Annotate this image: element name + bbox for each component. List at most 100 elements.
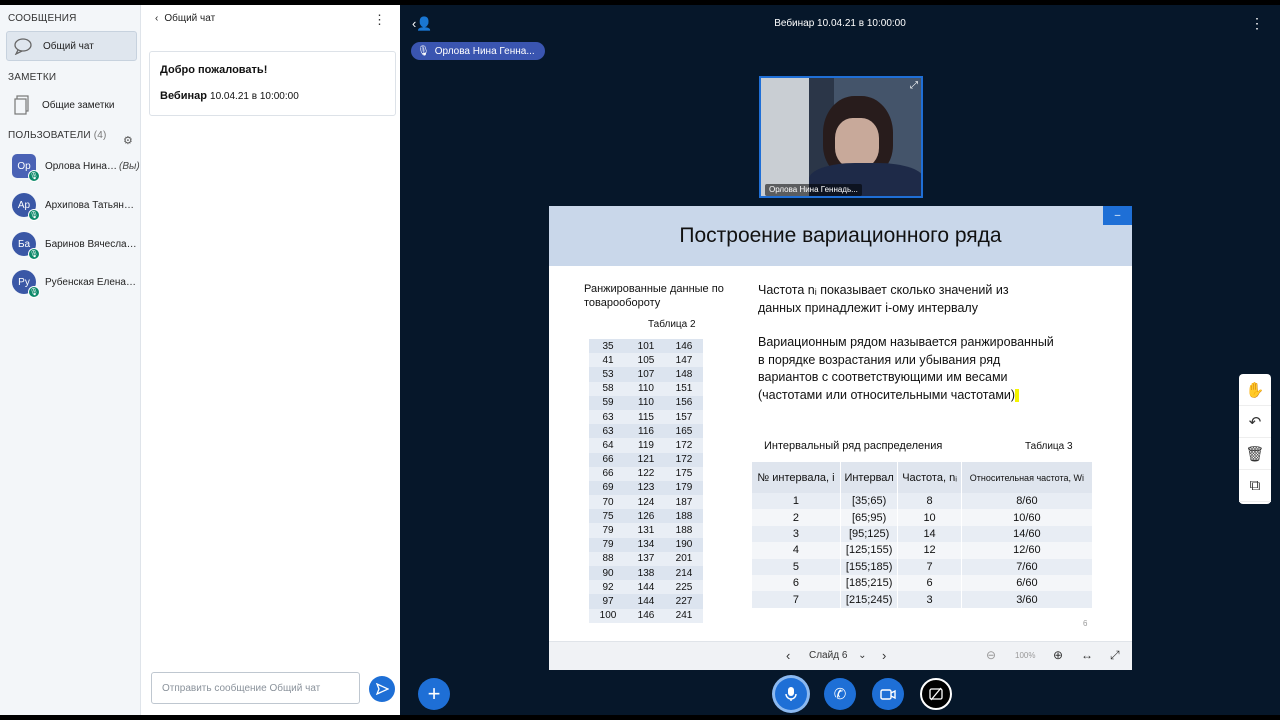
interval-series-caption: Интервальный ряд распределения [764,440,943,452]
table-cell: 75 [589,509,627,524]
table-cell: 146 [627,608,665,623]
table-row: 3 [95;125) 14 14/60 [752,525,1094,543]
share-screen-button[interactable] [920,678,952,710]
send-button[interactable] [369,676,395,702]
leave-audio-button[interactable]: ✆ [824,678,856,710]
user-name: Рубенская Елена ... [45,276,137,288]
table-cell: 188 [665,523,703,538]
chat-message-input[interactable]: Отправить сообщение Общий чат [151,672,360,704]
table-row: 7 [215;245) 3 3/60 [752,591,1094,608]
table-cell: 179 [665,480,703,496]
table-cell: 92 [589,580,627,595]
table-cell: 7 [752,591,841,608]
table-cell: 41 [589,353,627,368]
table-cell: 137 [627,551,665,566]
table-cell: 7 [897,558,962,575]
mute-button[interactable] [775,678,807,710]
chat-title: Общий чат [164,13,216,24]
table-row: 64 119 172 [589,438,703,453]
table-cell: 147 [665,353,703,368]
table-cell: [185;215) [840,574,899,592]
phone-icon: ✆ [833,686,847,703]
table-row: 69 123 179 [589,480,703,496]
table-cell: 227 [665,594,703,609]
table-cell: [125;155) [840,542,899,559]
multi-user-whiteboard-icon[interactable]: ⧉ [1239,470,1271,502]
hand-tool-icon[interactable]: ✋ [1239,374,1271,406]
share-webcam-button[interactable] [872,678,904,710]
meeting-title: Вебинар 10.04.21 в 10:00:00 [774,18,906,29]
table-cell: 188 [665,509,703,524]
chevron-left-icon: ‹ [155,13,159,24]
zoom-in-icon[interactable]: ⊕ [1053,648,1063,662]
table-header: Интервал [840,462,899,493]
table-cell: 10/60 [961,509,1094,526]
table-cell: [215;245) [840,591,899,608]
screen-share-off-icon [929,687,943,701]
fullscreen-icon[interactable]: ⤢ [1110,648,1120,663]
table-cell: 172 [665,438,703,453]
table-row: 88 137 201 [589,551,703,566]
table-cell: 115 [627,409,665,425]
table-cell: 107 [627,367,665,382]
user-list-item[interactable]: Ар 🎙 Архипова Татьяна ... [12,190,140,221]
table-header: № интервала, i [752,462,841,493]
undo-icon[interactable]: ↶ [1239,406,1271,438]
table-row: 59 110 156 [589,395,703,410]
table-cell: 116 [627,424,665,439]
chat-back-button[interactable]: ‹ Общий чат [155,13,215,24]
webcam-video[interactable]: ⤢ Орлова Нина Геннадь... [759,76,923,198]
trash-icon[interactable]: 🗑 [1239,438,1271,470]
table-cell: 110 [627,395,665,410]
gear-icon[interactable]: ⚙ [123,134,133,147]
more-options-icon[interactable]: ⋮ [1250,15,1264,32]
sidebar-item-public-chat[interactable]: Общий чат [6,31,137,61]
welcome-message: Добро пожаловать! Вебинар 10.04.21 в 10:… [149,51,396,116]
fullscreen-icon[interactable]: ⤢ [910,80,918,91]
table-row: 100 146 241 [589,608,703,623]
user-list-item[interactable]: Ор 🎙 Орлова Нина ... (Вы) [12,151,140,182]
actions-button[interactable]: + [418,678,450,710]
plus-icon: + [427,681,441,706]
table-row: 92 144 225 [589,580,703,595]
table-row: 66 121 172 [589,452,703,467]
fit-width-icon[interactable]: ↔ [1081,648,1093,662]
table-cell: 131 [627,523,665,538]
table-row: 5 [155;185) 7 7/60 [752,558,1094,575]
presentation-toolbar: ‹ Слайд 6 ⌄ › ⊖ 100% ⊕ ↔ ⤢ [549,641,1132,670]
table-cell: 88 [589,551,627,566]
speaker-name: Орлова Нина Генна... [434,45,535,57]
microphone-icon: 🎙 [417,45,430,57]
more-options-icon[interactable]: ⋮ [373,12,386,28]
minimize-presentation-button[interactable]: – [1103,206,1132,225]
ranked-data-table: 35 101 146 41 105 147 53 107 148 58 110 151 59 110 156… [589,339,703,623]
you-label: (Вы) [119,160,140,172]
table-cell: 63 [589,409,627,425]
slide-selector[interactable]: Слайд 6 ⌄ [809,650,867,661]
camera-icon [880,688,896,700]
user-list-item[interactable]: Ру 🎙 Рубенская Елена ... [12,267,140,298]
table-row: 58 110 151 [589,381,703,396]
chat-panel: ‹ Общий чат ⋮ Добро пожаловать! Вебинар … [141,5,400,715]
talking-indicator: 🎙 Орлова Нина Генна... [411,42,545,60]
table-cell: 3/60 [961,591,1094,608]
table-header: Относительная частота, Wi [961,462,1094,493]
table-cell: 8 [897,493,962,510]
table-cell: 134 [627,537,665,552]
table-cell: 5 [752,558,841,575]
table-cell: 58 [589,381,627,396]
previous-slide-icon[interactable]: ‹ [786,648,790,663]
table-cell: 148 [665,367,703,382]
zoom-out-icon[interactable]: ⊖ [986,648,996,662]
table-cell: 6 [752,574,841,592]
user-list-item[interactable]: Ба 🎙 Баринов Вячеслав... [12,229,140,260]
next-slide-icon[interactable]: › [882,648,886,663]
user-name: Архипова Татьяна ... [45,199,137,211]
table-cell: 2 [752,509,841,526]
public-chat-label: Общий чат [43,40,94,52]
table-cell: 35 [589,339,627,354]
table-cell: 172 [665,452,703,467]
table-row: 35 101 146 [589,339,703,354]
sidebar-item-shared-notes[interactable]: Общие заметки [6,90,137,120]
microphone-icon [785,687,797,701]
